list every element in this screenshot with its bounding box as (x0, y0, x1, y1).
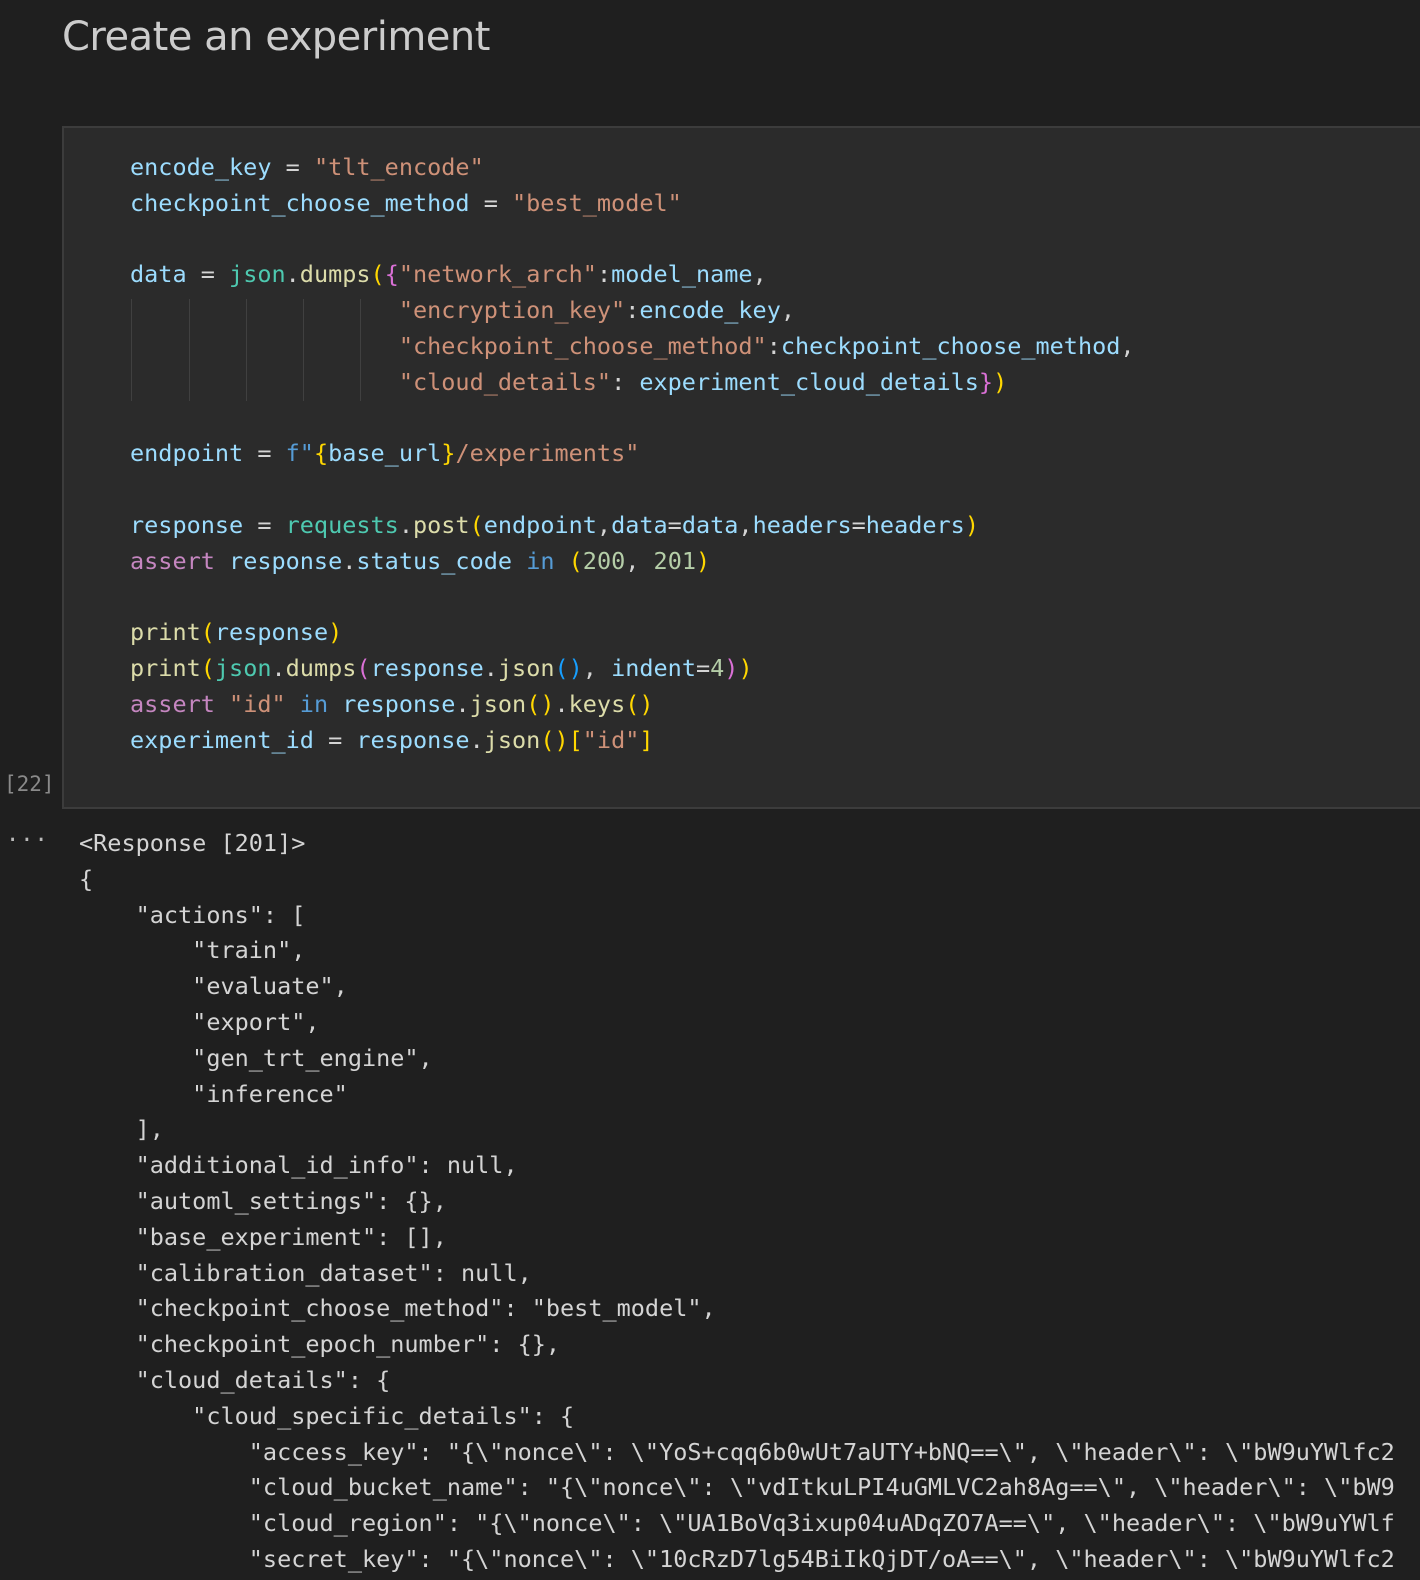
output-line: "gen_trt_engine", (79, 1043, 433, 1072)
output-line: ], (79, 1115, 164, 1144)
cell-output: <Response [201]>{ "actions": [ "train", … (79, 826, 1420, 1578)
output-line: "export", (79, 1007, 320, 1036)
code-line-11: response = requests.post(endpoint,data=d… (130, 510, 979, 539)
code-line-5: "encryption_key":encode_key, (398, 296, 795, 325)
code-line-7: "cloud_details": experiment_cloud_detail… (398, 367, 1008, 396)
output-line: "automl_settings": {}, (79, 1186, 447, 1215)
output-line: "secret_key": "{\"nonce\": \"10cRzD7lg54… (79, 1544, 1395, 1573)
code-line-1: encode_key = "tlt_encode" (130, 153, 484, 181)
code-line-15: print(json.dumps(response.json(), indent… (130, 654, 753, 683)
output-line: "train", (79, 936, 306, 965)
markdown-heading: Create an experiment (62, 14, 490, 60)
output-line: "base_experiment": [], (79, 1222, 447, 1251)
output-line: "actions": [ (79, 900, 306, 929)
output-line: "additional_id_info": null, (79, 1151, 518, 1180)
code-line-4: data = json.dumps({"network_arch":model_… (130, 260, 767, 289)
code-editor[interactable]: encode_key = "tlt_encode" checkpoint_choo… (130, 150, 1135, 759)
output-line: "cloud_details": { (79, 1365, 391, 1394)
code-line-6: "checkpoint_choose_method":checkpoint_ch… (398, 331, 1135, 360)
output-line: <Response [201]> (79, 829, 306, 857)
output-line: "calibration_dataset": null, (79, 1258, 532, 1287)
code-line-17: experiment_id = response.json()["id"] (130, 725, 654, 754)
output-line: "evaluate", (79, 972, 348, 1001)
code-cell[interactable]: encode_key = "tlt_encode" checkpoint_choo… (62, 126, 1420, 809)
output-line: "inference" (79, 1079, 348, 1108)
code-line-12: assert response.status_code in (200, 201… (130, 546, 711, 575)
execution-count: [22] (4, 772, 55, 796)
code-line-14: print(response) (130, 618, 343, 647)
output-line: "checkpoint_choose_method": "best_model"… (79, 1294, 716, 1323)
code-line-16: assert "id" in response.json().keys() (130, 689, 654, 718)
output-menu-icon[interactable]: ··· (6, 828, 49, 853)
output-line: "cloud_specific_details": { (79, 1401, 575, 1430)
output-line: "cloud_bucket_name": "{\"nonce\": \"vdIt… (79, 1473, 1395, 1502)
code-line-9: endpoint = f"{base_url}/experiments" (130, 439, 640, 468)
code-line-2: checkpoint_choose_method = "best_model" (130, 188, 682, 217)
output-line: { (79, 864, 94, 893)
output-line: "checkpoint_epoch_number": {}, (79, 1330, 561, 1359)
output-line: "cloud_region": "{\"nonce\": \"UA1BoVq3i… (79, 1509, 1395, 1538)
output-line: "access_key": "{\"nonce\": \"YoS+cqq6b0w… (79, 1437, 1395, 1466)
